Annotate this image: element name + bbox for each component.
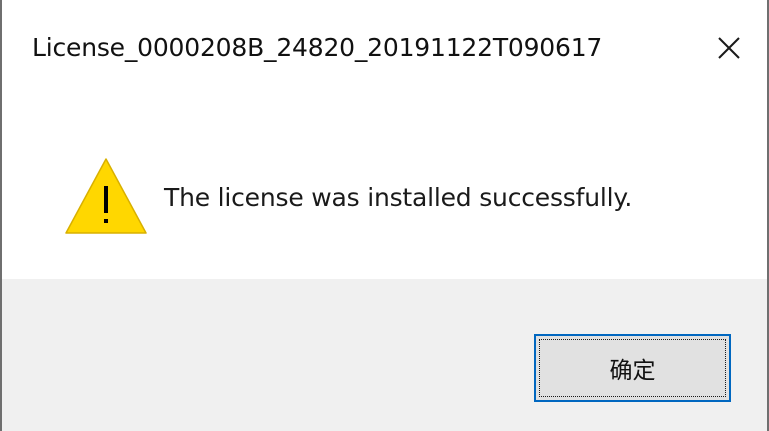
close-button[interactable]: [698, 22, 760, 74]
close-icon: [718, 37, 740, 59]
ok-button[interactable]: 确定: [534, 334, 731, 402]
warning-icon: [65, 158, 147, 234]
window-title: License_0000208B_24820_20191122T090617: [32, 33, 603, 62]
message-dialog: License_0000208B_24820_20191122T090617 T…: [0, 0, 769, 431]
ok-button-label: 确定: [609, 358, 656, 384]
dialog-message: The license was installed successfully.: [164, 183, 633, 212]
title-bar: License_0000208B_24820_20191122T090617: [2, 0, 767, 100]
dialog-content: The license was installed successfully.: [2, 100, 767, 279]
button-bar: 确定: [2, 279, 767, 431]
